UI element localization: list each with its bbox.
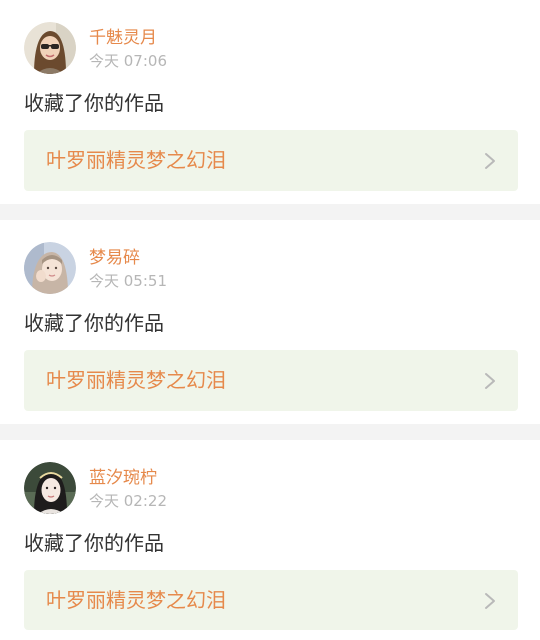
work-title: 叶罗丽精灵梦之幻泪 — [46, 148, 226, 172]
user-avatar-icon[interactable] — [24, 462, 76, 514]
chevron-right-icon — [483, 591, 497, 611]
feed-item: 蓝汐琬柠 今天 02:22 收藏了你的作品 叶罗丽精灵梦之幻泪 — [0, 440, 540, 640]
work-title: 叶罗丽精灵梦之幻泪 — [46, 588, 226, 612]
activity-feed: 千魅灵月 今天 07:06 收藏了你的作品 叶罗丽精灵梦之幻泪 梦易碎 今天 0… — [0, 0, 540, 640]
user-avatar-icon[interactable] — [24, 242, 76, 294]
action-text: 收藏了你的作品 — [24, 531, 164, 555]
feed-item: 梦易碎 今天 05:51 收藏了你的作品 叶罗丽精灵梦之幻泪 — [0, 220, 540, 424]
action-text: 收藏了你的作品 — [24, 91, 164, 115]
user-name[interactable]: 梦易碎 — [89, 247, 140, 269]
user-name[interactable]: 蓝汐琬柠 — [89, 467, 157, 489]
timestamp: 今天 07:06 — [89, 52, 167, 70]
timestamp: 今天 05:51 — [89, 272, 167, 290]
user-avatar-icon[interactable] — [24, 22, 76, 74]
user-name[interactable]: 千魅灵月 — [89, 27, 157, 49]
work-link[interactable]: 叶罗丽精灵梦之幻泪 — [24, 130, 518, 191]
chevron-right-icon — [483, 151, 497, 171]
work-link[interactable]: 叶罗丽精灵梦之幻泪 — [24, 570, 518, 630]
chevron-right-icon — [483, 371, 497, 391]
work-title: 叶罗丽精灵梦之幻泪 — [46, 368, 226, 392]
timestamp: 今天 02:22 — [89, 492, 167, 510]
action-text: 收藏了你的作品 — [24, 311, 164, 335]
work-link[interactable]: 叶罗丽精灵梦之幻泪 — [24, 350, 518, 411]
feed-item: 千魅灵月 今天 07:06 收藏了你的作品 叶罗丽精灵梦之幻泪 — [0, 0, 540, 204]
